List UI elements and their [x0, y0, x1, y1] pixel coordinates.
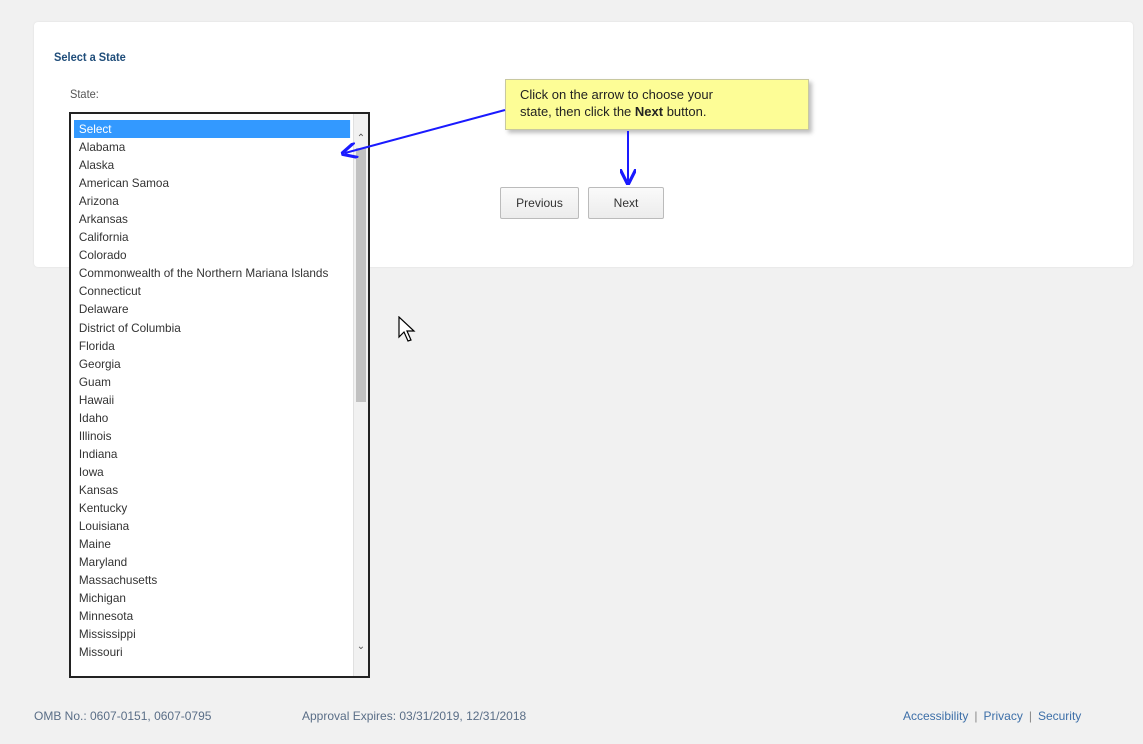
- state-dropdown-list[interactable]: Select Alabama Alaska American Samoa Arizona…: [69, 112, 370, 678]
- state-option[interactable]: Kentucky: [74, 499, 350, 517]
- state-option[interactable]: District of Columbia: [74, 319, 350, 337]
- state-option[interactable]: Mississippi: [74, 625, 350, 643]
- callout-line2-start: state, then click the: [520, 104, 635, 119]
- state-option[interactable]: Idaho: [74, 409, 350, 427]
- state-option[interactable]: Iowa: [74, 463, 350, 481]
- state-option[interactable]: Michigan: [74, 589, 350, 607]
- privacy-link[interactable]: Privacy: [983, 709, 1022, 723]
- state-option[interactable]: American Samoa: [74, 174, 350, 192]
- mouse-pointer-icon: [398, 316, 416, 342]
- state-option[interactable]: Arizona: [74, 192, 350, 210]
- state-option[interactable]: Massachusetts: [74, 571, 350, 589]
- state-option[interactable]: Missouri: [74, 643, 350, 661]
- state-option[interactable]: Florida: [74, 337, 350, 355]
- chevron-up-icon[interactable]: ⌃: [354, 132, 368, 146]
- state-option[interactable]: Colorado: [74, 246, 350, 264]
- state-option[interactable]: Arkansas: [74, 210, 350, 228]
- previous-button[interactable]: Previous: [500, 187, 579, 219]
- next-button[interactable]: Next: [588, 187, 664, 219]
- approval-expiry: Approval Expires: 03/31/2019, 12/31/2018: [302, 709, 527, 723]
- callout-line1: Click on the arrow to choose your: [520, 87, 713, 102]
- scrollbar[interactable]: ⌃ ⌄: [353, 114, 368, 676]
- state-option[interactable]: Kansas: [74, 481, 350, 499]
- state-option[interactable]: Commonwealth of the Northern Mariana Isl…: [74, 264, 350, 282]
- state-option[interactable]: Maryland: [74, 553, 350, 571]
- section-title: Select a State: [54, 50, 126, 64]
- instruction-callout: Click on the arrow to choose your state,…: [505, 79, 809, 130]
- state-option[interactable]: Georgia: [74, 355, 350, 373]
- chevron-down-icon[interactable]: ⌄: [354, 640, 368, 654]
- state-options: Select Alabama Alaska American Samoa Arizona…: [74, 120, 356, 661]
- accessibility-link[interactable]: Accessibility: [903, 709, 968, 723]
- state-option[interactable]: Minnesota: [74, 607, 350, 625]
- callout-next-bold: Next: [634, 104, 664, 119]
- callout-line2-end: button.: [663, 104, 707, 119]
- state-option[interactable]: Select: [74, 120, 351, 139]
- state-option[interactable]: California: [74, 228, 350, 246]
- state-option[interactable]: Louisiana: [74, 517, 350, 535]
- state-option[interactable]: Hawaii: [74, 391, 350, 409]
- state-option[interactable]: Connecticut: [74, 282, 350, 300]
- state-option[interactable]: Illinois: [74, 427, 350, 445]
- state-option[interactable]: Alabama: [74, 138, 350, 156]
- state-label: State:: [70, 87, 99, 101]
- security-link[interactable]: Security: [1038, 709, 1081, 723]
- footer-links: Accessibility | Privacy | Security: [903, 709, 1082, 723]
- state-option[interactable]: Delaware: [74, 300, 350, 318]
- state-option[interactable]: Maine: [74, 535, 350, 553]
- scroll-thumb[interactable]: [356, 148, 366, 402]
- state-option[interactable]: Guam: [74, 373, 350, 391]
- omb-number: OMB No.: 0607-0151, 0607-0795: [34, 709, 212, 723]
- state-option[interactable]: Alaska: [74, 156, 350, 174]
- state-option[interactable]: Indiana: [74, 445, 350, 463]
